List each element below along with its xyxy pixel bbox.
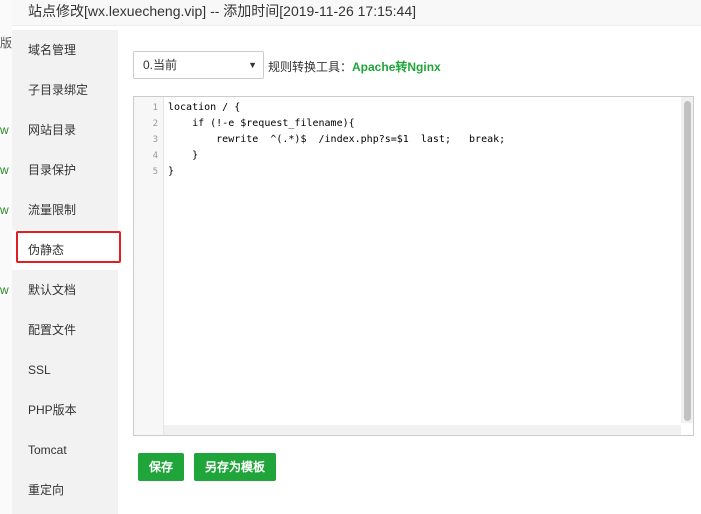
background-fragment-w: w xyxy=(0,283,9,297)
save-as-template-button[interactable]: 另存为模板 xyxy=(194,453,276,481)
editor-vertical-scrollbar[interactable] xyxy=(681,97,693,423)
background-fragment-text: 版 xyxy=(0,36,12,50)
line-number: 3 xyxy=(152,135,158,145)
sidebar-item-site-directory[interactable]: 网站目录 xyxy=(12,110,118,150)
line-number-gutter: 1 2 3 4 5 xyxy=(134,97,164,435)
background-fragment-w: w xyxy=(0,163,9,177)
code-line: } xyxy=(168,150,199,161)
sidebar-item-php-version[interactable]: PHP版本 xyxy=(12,390,118,430)
settings-sidebar: 域名管理 子目录绑定 网站目录 目录保护 流量限制 伪静态 默认文档 配置文件 … xyxy=(12,30,118,514)
dialog-titlebar[interactable]: 站点修改[wx.lexuecheng.vip] -- 添加时间[2019-11-… xyxy=(12,0,701,26)
rewrite-template-select-value: 0.当前 xyxy=(143,58,178,72)
code-line: location / { xyxy=(168,102,241,113)
line-number: 4 xyxy=(152,151,158,161)
editor-horizontal-scrollbar[interactable] xyxy=(164,425,681,435)
line-number: 5 xyxy=(152,167,158,177)
site-modify-dialog: 站点修改[wx.lexuecheng.vip] -- 添加时间[2019-11-… xyxy=(12,0,701,514)
sidebar-item-domain[interactable]: 域名管理 xyxy=(12,30,118,70)
code-line: } xyxy=(168,166,175,177)
save-button[interactable]: 保存 xyxy=(138,453,184,481)
apache-to-nginx-link[interactable]: Apache转Nginx xyxy=(352,60,441,74)
sidebar-item-config-file[interactable]: 配置文件 xyxy=(12,310,118,350)
sidebar-item-traffic-limit[interactable]: 流量限制 xyxy=(12,190,118,230)
background-fragment-w: w xyxy=(0,123,9,137)
rewrite-template-select[interactable]: 0.当前 ▼ xyxy=(133,51,264,79)
rule-convert-tool: 规则转换工具：Apache转Nginx xyxy=(268,58,441,75)
sidebar-item-rewrite[interactable]: 伪静态 xyxy=(12,230,118,270)
sidebar-item-ssl[interactable]: SSL xyxy=(12,350,118,390)
sidebar-item-default-document[interactable]: 默认文档 xyxy=(12,270,118,310)
sidebar-item-redirect[interactable]: 重定向 xyxy=(12,470,118,510)
rule-convert-tool-label: 规则转换工具： xyxy=(268,60,353,74)
background-fragment-w: w xyxy=(0,203,9,217)
chevron-down-icon: ▼ xyxy=(248,60,257,70)
sidebar-item-directory-protection[interactable]: 目录保护 xyxy=(12,150,118,190)
dialog-title: 站点修改[wx.lexuecheng.vip] -- 添加时间[2019-11-… xyxy=(28,3,417,19)
line-number: 1 xyxy=(152,103,158,113)
code-line: rewrite ^(.*)$ /index.php?s=$1 last; bre… xyxy=(168,134,506,145)
scrollbar-thumb[interactable] xyxy=(684,101,691,421)
code-line: if (!-e $request_filename){ xyxy=(168,118,355,129)
background-page-sliver: 版 w w w w xyxy=(0,0,12,514)
rewrite-code-editor[interactable]: 1 2 3 4 5 location / { if (!-e $request_… xyxy=(133,96,694,436)
rewrite-panel: 0.当前 ▼ 规则转换工具：Apache转Nginx 1 2 3 4 5 loc… xyxy=(118,30,701,514)
sidebar-item-subdirectory-binding[interactable]: 子目录绑定 xyxy=(12,70,118,110)
sidebar-item-tomcat[interactable]: Tomcat xyxy=(12,430,118,470)
line-number: 2 xyxy=(152,119,158,129)
